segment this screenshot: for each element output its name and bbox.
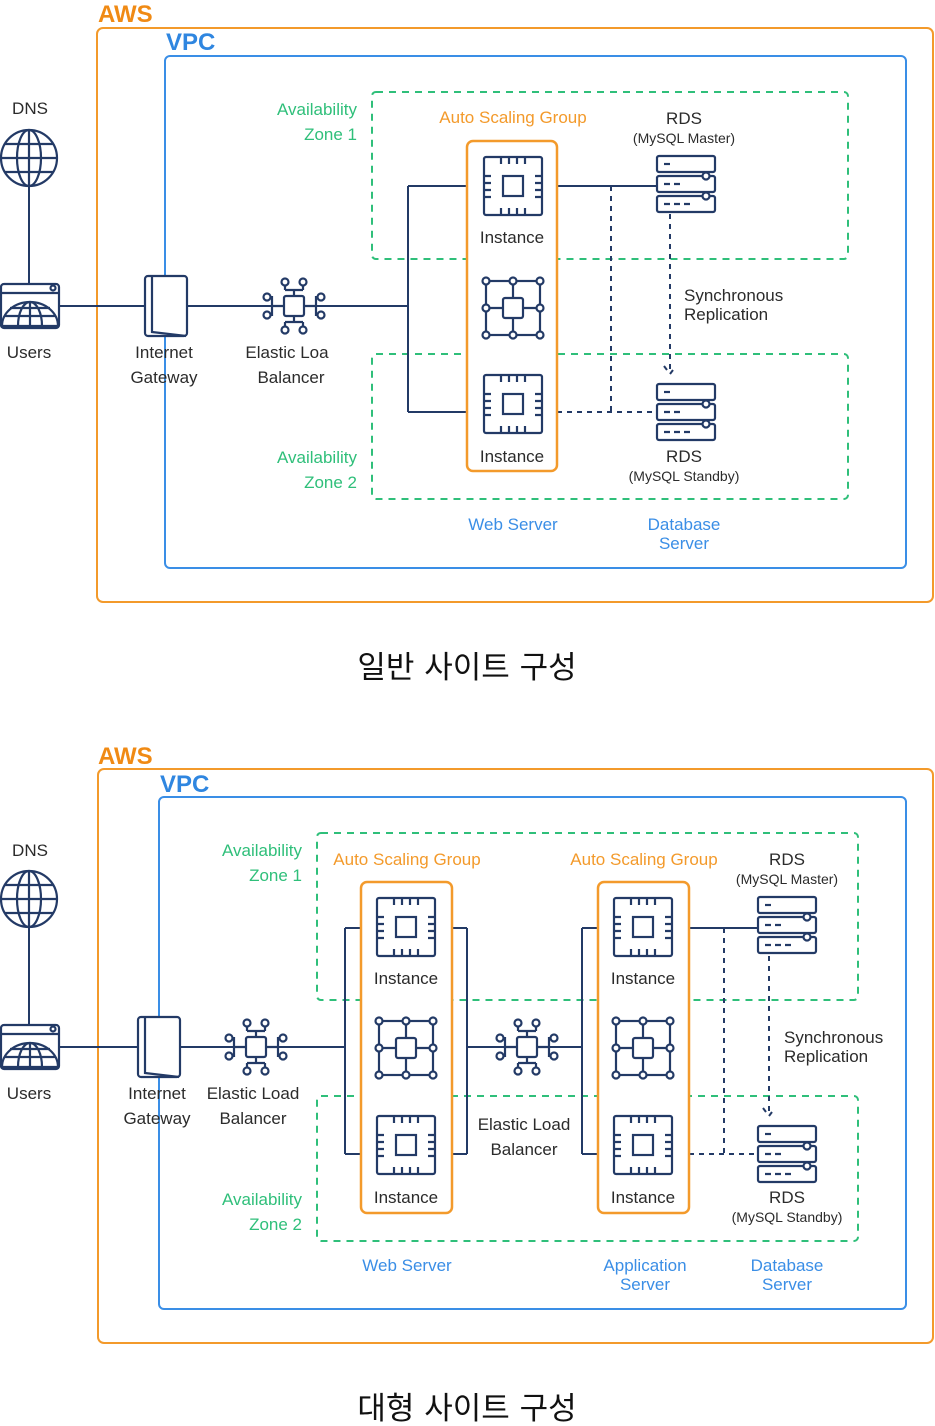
rds-standby-database-icon — [655, 382, 717, 442]
elb-instances-connector — [407, 185, 467, 413]
igw-label-line1: Internet — [135, 343, 193, 362]
rds-master-database-icon — [655, 154, 717, 214]
replication-label-line1: Synchronous — [684, 286, 783, 305]
vpc-label: VPC — [166, 29, 215, 56]
internet-gateway-icon — [136, 1015, 182, 1079]
rds-standby-subtitle: (MySQL Standby) — [629, 468, 740, 484]
instance-label: Instance — [480, 228, 544, 247]
igw-label-line2: Gateway — [123, 1109, 191, 1128]
replication-arrow — [663, 214, 677, 376]
elb-label-line2: Balancer — [257, 368, 324, 387]
az1-label-line2: Zone 1 — [249, 866, 302, 885]
internet-gateway-icon — [143, 274, 189, 338]
rds-master-subtitle: (MySQL Master) — [633, 130, 735, 146]
instance-label: Instance — [611, 969, 675, 988]
vpc-label: VPC — [160, 771, 209, 798]
rds-standby-database-icon — [756, 1124, 818, 1184]
database-server-tier-label-line2: Server — [659, 534, 709, 553]
az1-label-line1: Availability — [222, 841, 303, 860]
dns-label: DNS — [12, 841, 48, 860]
database-server-tier-label-line1: Database — [648, 515, 721, 534]
load-balancer-icon — [262, 277, 326, 335]
users-label: Users — [7, 343, 51, 362]
rds-standby-title: RDS — [769, 1188, 805, 1207]
instance-chip-icon — [375, 896, 437, 958]
diagram-large-site: AWS VPC Availability Zone 1 Availability… — [0, 743, 934, 1426]
users-browser-icon — [0, 1023, 61, 1071]
users-label: Users — [7, 1084, 51, 1103]
web-server-tier-label: Web Server — [468, 515, 558, 534]
elb-label-line2: Balancer — [219, 1109, 286, 1128]
rds-master-title: RDS — [666, 109, 702, 128]
instance-label: Instance — [374, 1188, 438, 1207]
dns-globe-icon — [0, 869, 59, 929]
replication-label-line2: Replication — [684, 305, 768, 324]
availability-zone-2-box — [371, 353, 849, 500]
diagram-caption: 일반 사이트 구성 — [357, 650, 576, 686]
replication-label-line2: Replication — [784, 1047, 868, 1066]
replication-label-line1: Synchronous — [784, 1028, 883, 1047]
elb2-label-line1: Elastic Load — [478, 1115, 571, 1134]
diagram-standard-site: AWS VPC Availability Zone 1 Availability… — [0, 1, 934, 686]
load-balancer-icon — [224, 1018, 288, 1076]
instance-chip-icon — [375, 1114, 437, 1176]
dns-label: DNS — [12, 99, 48, 118]
database-server-tier-label-line2: Server — [762, 1275, 812, 1294]
users-browser-icon — [0, 282, 61, 330]
elb-label-line1: Elastic Load — [207, 1084, 300, 1103]
instance-label: Instance — [611, 1188, 675, 1207]
database-server-tier-label-line1: Database — [751, 1256, 824, 1275]
rds-master-subtitle: (MySQL Master) — [736, 871, 838, 887]
az2-label-line2: Zone 2 — [304, 473, 357, 492]
rds-standby-subtitle: (MySQL Standby) — [732, 1209, 843, 1225]
igw-label-line1: Internet — [128, 1084, 186, 1103]
internal-load-balancer-icon — [495, 1018, 559, 1076]
aws-label: AWS — [98, 1, 153, 28]
instance-rds-standby-connector — [557, 186, 657, 413]
elb-web-instances-connector — [344, 927, 361, 1155]
web-asg-label: Auto Scaling Group — [333, 850, 480, 869]
az2-label-line1: Availability — [222, 1190, 303, 1209]
dns-globe-icon — [0, 128, 59, 188]
rds-standby-title: RDS — [666, 447, 702, 466]
az1-label-line1: Availability — [277, 100, 358, 119]
az2-label-line2: Zone 2 — [249, 1215, 302, 1234]
elb-label-line1: Elastic Loa — [245, 343, 329, 362]
instance-chip-icon — [612, 1114, 674, 1176]
replication-arrow — [762, 956, 776, 1118]
diagram-caption: 대형 사이트 구성 — [357, 1391, 576, 1426]
asg-label: Auto Scaling Group — [439, 108, 586, 127]
instance-label: Instance — [374, 969, 438, 988]
az2-label-line1: Availability — [277, 448, 358, 467]
app-asg-label: Auto Scaling Group — [570, 850, 717, 869]
rds-master-title: RDS — [769, 850, 805, 869]
rds-master-database-icon — [756, 895, 818, 955]
instance-label: Instance — [480, 447, 544, 466]
instance-chip-icon — [612, 896, 674, 958]
elb2-app-instances-connector — [581, 927, 598, 1155]
web-server-tier-label: Web Server — [362, 1256, 452, 1275]
instance-chip-icon — [482, 373, 544, 435]
instance-chip-icon — [482, 155, 544, 217]
az1-label-line2: Zone 1 — [304, 125, 357, 144]
igw-label-line2: Gateway — [130, 368, 198, 387]
application-server-tier-label-line1: Application — [603, 1256, 686, 1275]
application-server-tier-label-line2: Server — [620, 1275, 670, 1294]
aws-label: AWS — [98, 743, 153, 770]
app-rds-standby-connector — [689, 928, 758, 1155]
elb2-label-line2: Balancer — [490, 1140, 557, 1159]
architecture-diagrams: AWS VPC Availability Zone 1 Availability… — [0, 1, 934, 1426]
